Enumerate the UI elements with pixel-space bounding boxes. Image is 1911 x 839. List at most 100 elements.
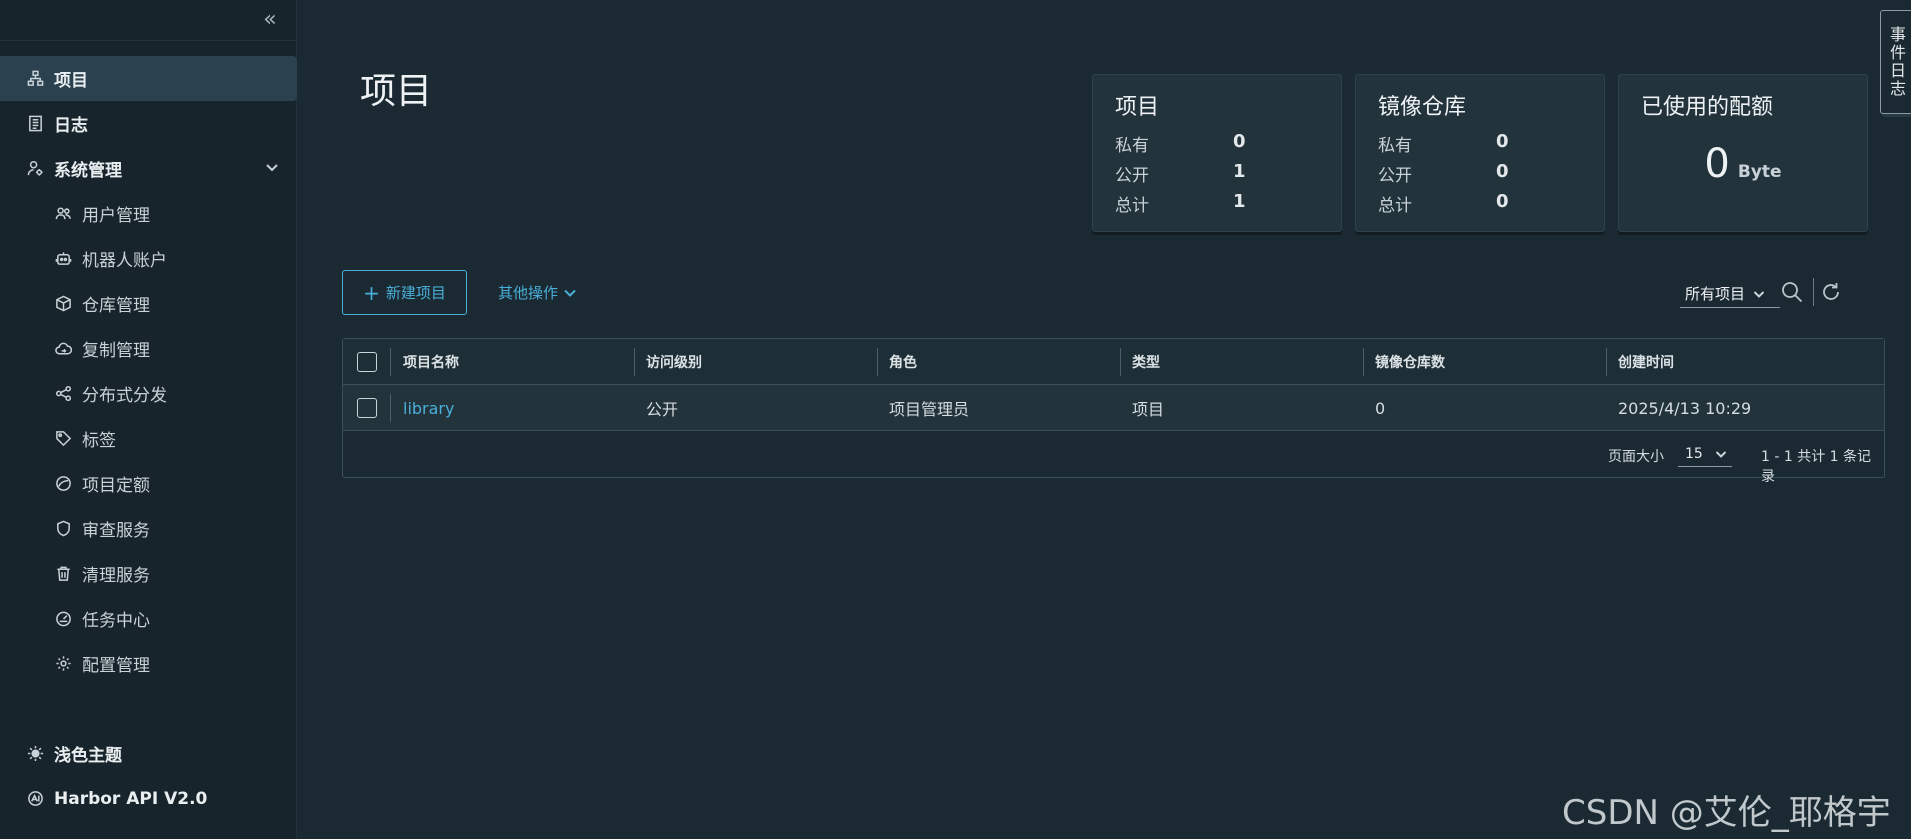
- project-filter-select[interactable]: 所有项目: [1680, 280, 1780, 308]
- trash-icon: [54, 565, 72, 583]
- total-count: 0: [1496, 191, 1509, 212]
- sidebar-item-users[interactable]: 用户管理: [0, 191, 297, 236]
- private-count: 0: [1233, 131, 1246, 152]
- cell-role: 项目管理员: [889, 400, 970, 419]
- page-size-label: 页面大小: [1608, 449, 1664, 465]
- sidebar-item-label: 任务中心: [82, 611, 150, 631]
- column-header-type[interactable]: 类型: [1120, 339, 1363, 385]
- event-log-label: 事件日志: [1887, 26, 1906, 98]
- sidebar-item-jobs[interactable]: 任务中心: [0, 596, 297, 641]
- search-icon: [1782, 282, 1803, 303]
- plus-icon: +: [363, 280, 380, 305]
- shield-icon: [54, 520, 72, 538]
- public-count: 0: [1496, 161, 1509, 182]
- total-count: 1: [1233, 191, 1246, 212]
- column-header-created[interactable]: 创建时间: [1606, 339, 1884, 385]
- refresh-button[interactable]: [1819, 280, 1845, 306]
- projects-summary-card: 项目 私有 0 公开 1 总计 1: [1092, 74, 1342, 232]
- share-icon: [54, 385, 72, 403]
- new-project-label: 新建项目: [385, 284, 446, 302]
- private-label: 私有: [1115, 136, 1149, 156]
- api-icon: [26, 790, 44, 808]
- sidebar-item-label: 标签: [82, 431, 116, 451]
- sidebar-item-label: 仓库管理: [82, 296, 150, 316]
- sidebar-item-label: Harbor API V2.0: [54, 788, 208, 809]
- chevron-down-icon: [1753, 290, 1765, 298]
- sidebar-item-label: 机器人账户: [82, 251, 167, 271]
- select-all-checkbox[interactable]: [357, 352, 377, 372]
- quota-icon: [54, 475, 72, 493]
- sidebar-item-label: 审查服务: [82, 521, 150, 541]
- page-title: 项目: [360, 71, 433, 112]
- other-actions-button[interactable]: 其他操作: [498, 270, 577, 315]
- event-log-tab[interactable]: 事件日志: [1880, 10, 1911, 114]
- sidebar-item-scanners[interactable]: 审查服务: [0, 506, 297, 551]
- total-label: 总计: [1378, 196, 1412, 216]
- sidebar-item-labels[interactable]: 标签: [0, 416, 297, 461]
- sidebar-item-label: 日志: [54, 116, 88, 136]
- column-header-name[interactable]: 项目名称: [391, 339, 634, 385]
- sidebar-item-quotas[interactable]: 项目定额: [0, 461, 297, 506]
- log-icon: [26, 115, 44, 133]
- sidebar-item-admin[interactable]: 系统管理: [0, 146, 297, 191]
- sidebar-item-label: 分布式分发: [82, 386, 167, 406]
- card-title: 镜像仓库: [1378, 95, 1467, 120]
- column-header-access[interactable]: 访问级别: [634, 339, 877, 385]
- cell-repo-count: 0: [1375, 398, 1386, 418]
- filter-value: 所有项目: [1685, 285, 1746, 303]
- table-footer: 页面大小 15 1 - 1 共计 1 条记录: [343, 431, 1884, 486]
- quota-unit: Byte: [1737, 162, 1782, 182]
- other-actions-label: 其他操作: [498, 284, 559, 302]
- sidebar: « 项目 日志 系统管理 用户管理 机器人账户 仓库管理 复制管理 分布式分发 …: [0, 0, 297, 839]
- chevron-down-icon: [1715, 450, 1727, 458]
- admin-icon: [26, 160, 44, 178]
- sun-icon: [26, 745, 44, 763]
- sidebar-item-label: 清理服务: [82, 566, 150, 586]
- cloud-icon: [54, 340, 72, 358]
- public-label: 公开: [1378, 166, 1412, 186]
- public-count: 1: [1233, 161, 1246, 182]
- pagination-info: 1 - 1 共计 1 条记录: [1761, 449, 1872, 485]
- column-header-role[interactable]: 角色: [877, 339, 1120, 385]
- table-header: 项目名称 访问级别 角色 类型 镜像仓库数 创建时间: [343, 339, 1884, 385]
- sidebar-item-label: 系统管理: [54, 161, 122, 181]
- sidebar-item-gc[interactable]: 清理服务: [0, 551, 297, 596]
- sidebar-item-robots[interactable]: 机器人账户: [0, 236, 297, 281]
- sidebar-item-logs[interactable]: 日志: [0, 101, 297, 146]
- api-link[interactable]: Harbor API V2.0: [0, 776, 297, 821]
- project-name-link[interactable]: library: [391, 385, 454, 431]
- quota-summary-card: 已使用的配额 0 Byte: [1618, 74, 1868, 232]
- sidebar-nav: 项目 日志 系统管理 用户管理 机器人账户 仓库管理 复制管理 分布式分发 标签…: [0, 56, 297, 686]
- repos-summary-card: 镜像仓库 私有 0 公开 0 总计 0: [1355, 74, 1605, 232]
- private-count: 0: [1496, 131, 1509, 152]
- sidebar-bottom: 浅色主题 Harbor API V2.0: [0, 731, 297, 821]
- page-size-value: 15: [1685, 445, 1703, 462]
- sidebar-item-label: 项目: [54, 71, 88, 91]
- project-icon: [26, 70, 44, 88]
- refresh-icon: [1823, 283, 1839, 300]
- chevron-down-icon: [564, 289, 576, 297]
- watermark: CSDN @艾伦_耶格宇: [1562, 793, 1891, 833]
- robot-icon: [54, 250, 72, 268]
- sidebar-item-label: 浅色主题: [54, 746, 122, 766]
- sidebar-item-distributions[interactable]: 分布式分发: [0, 371, 297, 416]
- sidebar-item-config[interactable]: 配置管理: [0, 641, 297, 686]
- users-icon: [54, 205, 72, 223]
- gear-icon: [54, 655, 72, 673]
- column-header-repo-count[interactable]: 镜像仓库数: [1363, 339, 1606, 385]
- sidebar-item-registries[interactable]: 仓库管理: [0, 281, 297, 326]
- sidebar-item-replications[interactable]: 复制管理: [0, 326, 297, 371]
- theme-toggle[interactable]: 浅色主题: [0, 731, 297, 776]
- collapse-sidebar-icon[interactable]: «: [256, 6, 284, 34]
- dashboard-icon: [54, 610, 72, 628]
- private-label: 私有: [1378, 136, 1412, 156]
- sidebar-item-projects[interactable]: 项目: [0, 56, 297, 101]
- public-label: 公开: [1115, 166, 1149, 186]
- cell-access: 公开: [646, 400, 679, 419]
- row-checkbox[interactable]: [357, 398, 377, 418]
- chevron-down-icon[interactable]: [263, 158, 281, 181]
- search-button[interactable]: [1780, 280, 1806, 306]
- new-project-button[interactable]: + 新建项目: [342, 270, 467, 315]
- toolbar-divider: [1813, 278, 1814, 306]
- page-size-select[interactable]: 15: [1678, 441, 1732, 467]
